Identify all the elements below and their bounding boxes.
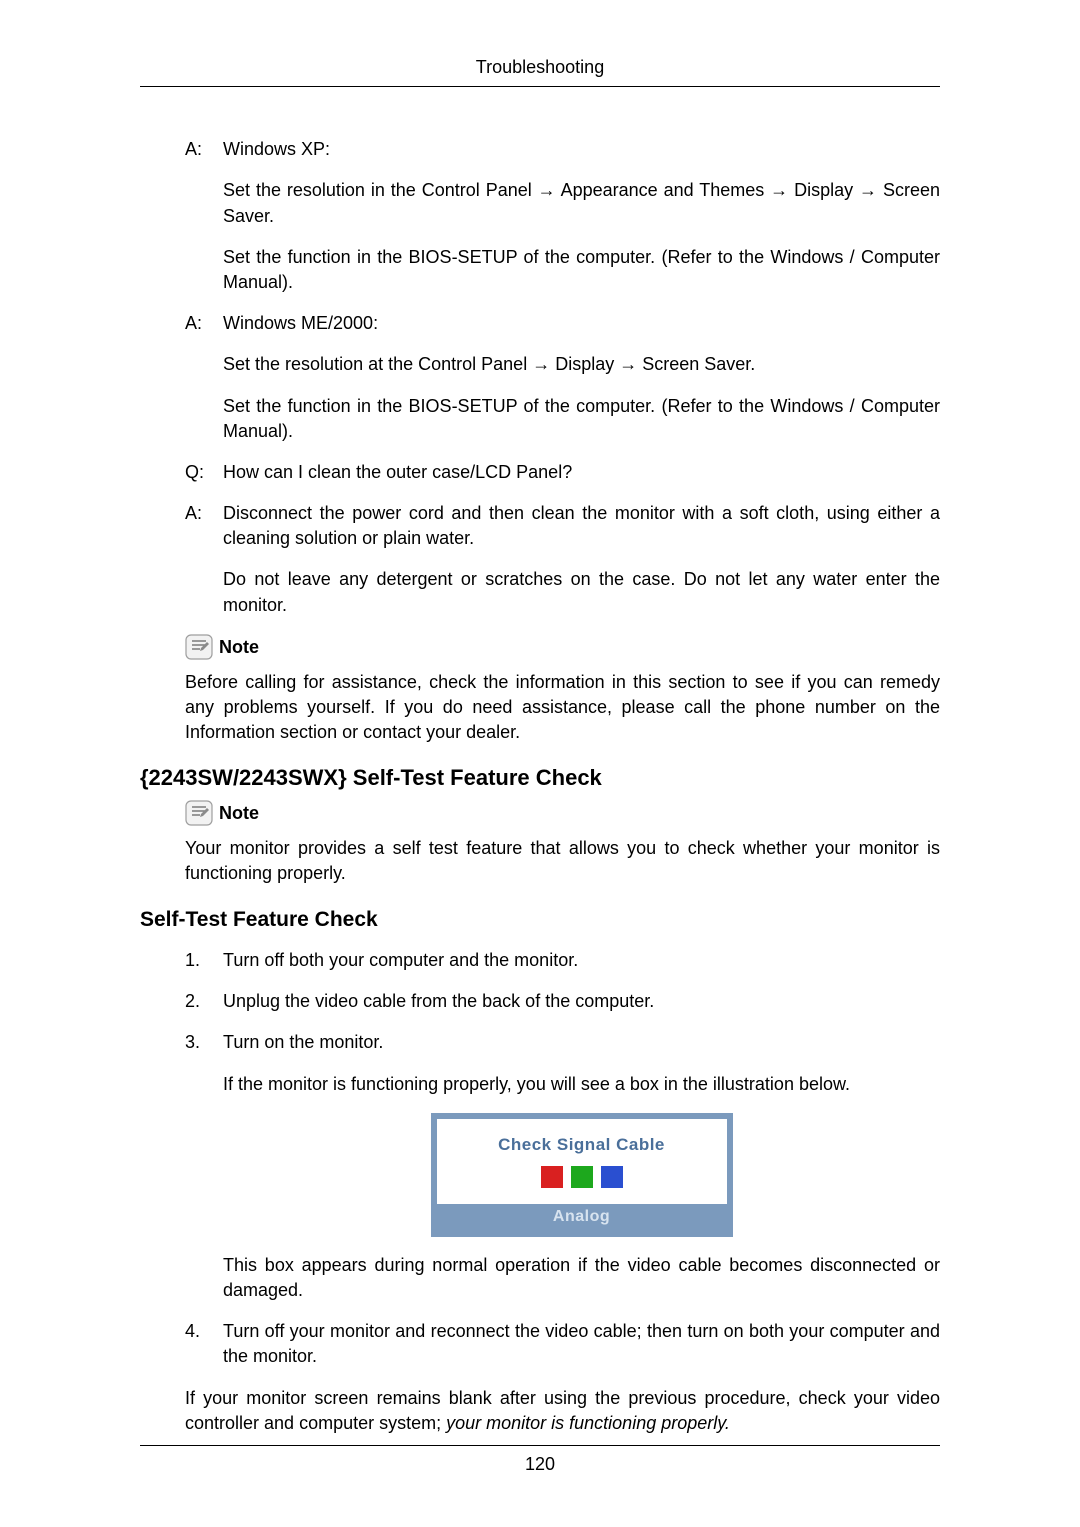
step-item: 4. Turn off your monitor and reconnect t…	[140, 1319, 940, 1369]
note-label: Note	[219, 801, 259, 826]
page-header: Troubleshooting	[140, 55, 940, 87]
green-square-icon	[571, 1166, 593, 1188]
step-text: Unplug the video cable from the back of …	[223, 989, 940, 1014]
step-number: 2.	[185, 989, 223, 1014]
note-text: Your monitor provides a self test featur…	[140, 836, 940, 886]
blue-square-icon	[601, 1166, 623, 1188]
step-item: 1. Turn off both your computer and the m…	[140, 948, 940, 973]
qa-text: Set the function in the BIOS-SETUP of th…	[223, 394, 940, 444]
step-text: Turn on the monitor.	[223, 1030, 940, 1055]
illustration-analog-label: Analog	[437, 1204, 727, 1230]
page-number: 120	[525, 1454, 555, 1474]
qa-answer: A: Disconnect the power cord and then cl…	[140, 501, 940, 618]
step-text: Turn off your monitor and reconnect the …	[223, 1319, 940, 1369]
qa-marker: A:	[185, 137, 223, 295]
note-heading: Note	[140, 800, 940, 826]
closing-paragraph: If your monitor screen remains blank aft…	[140, 1386, 940, 1436]
note-icon	[185, 800, 213, 826]
step-text: Turn off both your computer and the moni…	[223, 948, 940, 973]
qa-text: Disconnect the power cord and then clean…	[223, 501, 940, 551]
closing-italic: your monitor is functioning properly.	[446, 1413, 730, 1433]
step-item: 2. Unplug the video cable from the back …	[140, 989, 940, 1014]
section-heading: {2243SW/2243SWX} Self-Test Feature Check	[140, 763, 940, 794]
note-heading: Note	[140, 634, 940, 660]
qa-text: Windows ME/2000:	[223, 311, 940, 336]
step-number: 1.	[185, 948, 223, 973]
step-item: 3. Turn on the monitor. If the monitor i…	[140, 1030, 940, 1303]
qa-answer: A: Windows ME/2000: Set the resolution a…	[140, 311, 940, 444]
qa-answer: A: Windows XP: Set the resolution in the…	[140, 137, 940, 295]
qa-text: Set the resolution at the Control Panel …	[223, 352, 940, 377]
qa-question: Q: How can I clean the outer case/LCD Pa…	[140, 460, 940, 485]
subsection-heading: Self-Test Feature Check	[140, 905, 940, 934]
qa-marker: Q:	[185, 460, 223, 485]
step-text: This box appears during normal operation…	[223, 1253, 940, 1303]
qa-text: Set the resolution in the Control Panel …	[223, 178, 940, 228]
step-text: If the monitor is functioning properly, …	[223, 1072, 940, 1097]
note-label: Note	[219, 635, 259, 660]
page-footer: 120	[140, 1445, 940, 1477]
check-signal-cable-illustration: Check Signal Cable Analog	[431, 1113, 733, 1237]
step-number: 4.	[185, 1319, 223, 1369]
qa-marker: A:	[185, 311, 223, 444]
qa-text: How can I clean the outer case/LCD Panel…	[223, 460, 940, 485]
red-square-icon	[541, 1166, 563, 1188]
qa-text: Windows XP:	[223, 137, 940, 162]
qa-text: Set the function in the BIOS-SETUP of th…	[223, 245, 940, 295]
qa-text: Do not leave any detergent or scratches …	[223, 567, 940, 617]
step-number: 3.	[185, 1030, 223, 1303]
qa-marker: A:	[185, 501, 223, 618]
note-icon	[185, 634, 213, 660]
note-text: Before calling for assistance, check the…	[140, 670, 940, 746]
illustration-text: Check Signal Cable	[443, 1133, 721, 1157]
